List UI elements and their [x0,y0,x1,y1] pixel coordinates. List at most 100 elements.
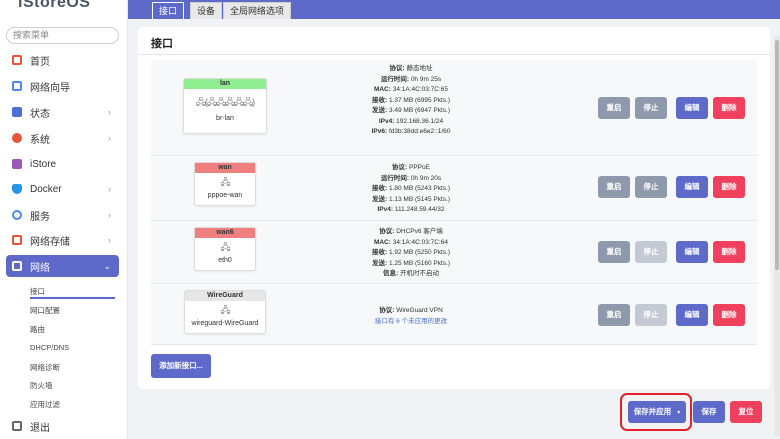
sidebar-subitem-diagnostics[interactable]: 网络诊断 [30,362,60,373]
store-icon [12,159,22,169]
sidebar-subitem-app-filter[interactable]: 应用过滤 [30,399,60,410]
save-button[interactable]: 保存 [693,401,725,423]
edit-button[interactable]: 编辑 [676,176,708,198]
interface-info: 协议: DHCPv6 客户端 MAC: 34:1A:4C:03:7C:64 接收… [371,228,451,277]
ethernet-port-icon: 🖧 [220,242,230,252]
tab-devices[interactable]: 设备 [190,2,223,19]
scrollbar-thumb[interactable] [775,40,779,270]
chevron-right-icon: › [108,210,111,220]
divider [138,54,770,55]
chevron-down-icon: ⌄ [103,260,111,271]
sidebar-item-istore[interactable]: iStore [6,153,119,175]
interface-name: lan [184,79,266,89]
sidebar-item-logout[interactable]: 退出 [6,415,119,437]
docker-icon [12,184,22,194]
interface-info: 协议: 静态地址 运行时间: 0h 9m 25s MAC: 34:1A:4C:0… [371,65,451,135]
interface-device: eth0 [218,257,232,264]
wizard-icon [12,81,22,91]
active-subitem-indicator [30,297,115,299]
network-icon [12,261,22,271]
sidebar-item-home[interactable]: 首页 [6,49,119,71]
delete-button[interactable]: 删除 [713,176,745,198]
sidebar: iStoreOS 搜索菜单 首页 网络向导 状态 › 系统 › iStore D… [0,0,128,439]
logout-icon [12,421,22,431]
ethernet-port-icon: 🖧(🖧🖧🖧🖧🖧) [195,97,255,107]
stop-button[interactable]: 停止 [635,97,667,119]
interface-row-lan: lan 🖧(🖧🖧🖧🖧🖧) br-lan 协议: 静态地址 运行时间: 0h 9m… [151,60,757,156]
highlight-annotation [620,393,692,431]
sidebar-subitem-routes[interactable]: 路由 [30,324,45,335]
sidebar-item-label: iStore [30,158,57,170]
chevron-right-icon: › [108,107,111,117]
sidebar-subitem-port-config[interactable]: 网口配置 [30,305,60,316]
edit-button[interactable]: 编辑 [676,241,708,263]
tab-global-options[interactable]: 全局网络选项 [223,2,292,19]
sidebar-item-label: 首页 [30,56,50,68]
delete-button[interactable]: 删除 [713,304,745,326]
restart-button[interactable]: 重启 [598,97,630,119]
gear-icon [12,133,22,143]
search-input[interactable]: 搜索菜单 [6,27,119,44]
interface-badge: wan6 🖧 eth0 [194,227,256,271]
interface-info: 协议: WireGuard VPN 接口有 6 个未应用的更改 [331,306,491,327]
sidebar-item-label: 服务 [30,211,50,223]
sidebar-item-docker[interactable]: Docker › [6,178,119,200]
interfaces-card: 接口 lan 🖧(🖧🖧🖧🖧🖧) br-lan 协议: 静态地址 运行时间: 0h… [138,27,770,389]
sidebar-item-label: 网络存储 [30,236,70,248]
restart-button[interactable]: 重启 [598,176,630,198]
interface-badge: WireGuard 🖧 wireguard-WireGuard [184,290,266,334]
tab-interfaces[interactable]: 接口 [152,2,185,19]
interface-name: WireGuard [185,291,265,301]
interface-device: wireguard-WireGuard [191,320,259,327]
interface-row-wan: wan 🖧 pppoe-wan 协议: PPPoE 运行时间: 0h 9m 20… [151,157,757,221]
sidebar-item-label: 系统 [30,134,50,146]
home-icon [12,55,22,65]
top-bar: 接口 设备 全局网络选项 [128,0,780,19]
stop-button[interactable]: 停止 [635,241,667,263]
interface-info: 协议: PPPoE 运行时间: 0h 9m 20s 接收: 1.80 MB (5… [371,164,451,213]
add-interface-button[interactable]: 添加新接口... [151,354,211,378]
sidebar-item-label: Docker [30,183,62,195]
reset-button[interactable]: 复位 [730,401,762,423]
restart-button[interactable]: 重启 [598,304,630,326]
sidebar-item-label: 网络 [30,262,50,274]
stop-button[interactable]: 停止 [635,304,667,326]
ethernet-port-icon: 🖧 [220,305,230,315]
sidebar-item-services[interactable]: 服务 › [6,204,119,226]
pending-changes-notice: 接口有 6 个未应用的更改 [374,317,448,325]
interface-device: pppoe-wan [207,192,243,199]
chevron-right-icon: › [108,184,111,194]
chevron-right-icon: › [108,235,111,245]
sidebar-subitem-interfaces[interactable]: 接口 [30,286,45,297]
interface-row-wan6: wan6 🖧 eth0 协议: DHCPv6 客户端 MAC: 34:1A:4C… [151,222,757,284]
sidebar-subitem-dhcp-dns[interactable]: DHCP/DNS [30,343,69,352]
stop-button[interactable]: 停止 [635,176,667,198]
sidebar-item-wizard[interactable]: 网络向导 [6,75,119,97]
sidebar-item-storage[interactable]: 网络存储 › [6,229,119,251]
app-logo[interactable]: iStoreOS [18,0,90,12]
sidebar-item-system[interactable]: 系统 › [6,127,119,149]
services-icon [12,210,22,220]
interface-name: wan [195,163,255,173]
interface-badge: lan 🖧(🖧🖧🖧🖧🖧) br-lan [183,78,267,134]
sidebar-item-network[interactable]: 网络 ⌄ [6,255,119,277]
sidebar-item-label: 状态 [30,108,50,120]
delete-button[interactable]: 删除 [713,241,745,263]
status-icon [12,107,22,117]
interface-row-wireguard: WireGuard 🖧 wireguard-WireGuard 协议: Wire… [151,285,757,345]
page-title: 接口 [151,38,173,50]
main-content: 接口 lan 🖧(🖧🖧🖧🖧🖧) br-lan 协议: 静态地址 运行时间: 0h… [128,19,780,439]
chevron-right-icon: › [108,133,111,143]
edit-button[interactable]: 编辑 [676,97,708,119]
restart-button[interactable]: 重启 [598,241,630,263]
sidebar-subitem-firewall[interactable]: 防火墙 [30,380,53,391]
storage-icon [12,235,22,245]
interface-badge: wan 🖧 pppoe-wan [194,162,256,206]
sidebar-item-label: 网络向导 [30,82,70,94]
ethernet-port-icon: 🖧 [220,177,230,187]
edit-button[interactable]: 编辑 [676,304,708,326]
delete-button[interactable]: 删除 [713,97,745,119]
interface-device: br-lan [216,115,234,122]
sidebar-item-label: 退出 [30,422,50,434]
sidebar-item-status[interactable]: 状态 › [6,101,119,123]
